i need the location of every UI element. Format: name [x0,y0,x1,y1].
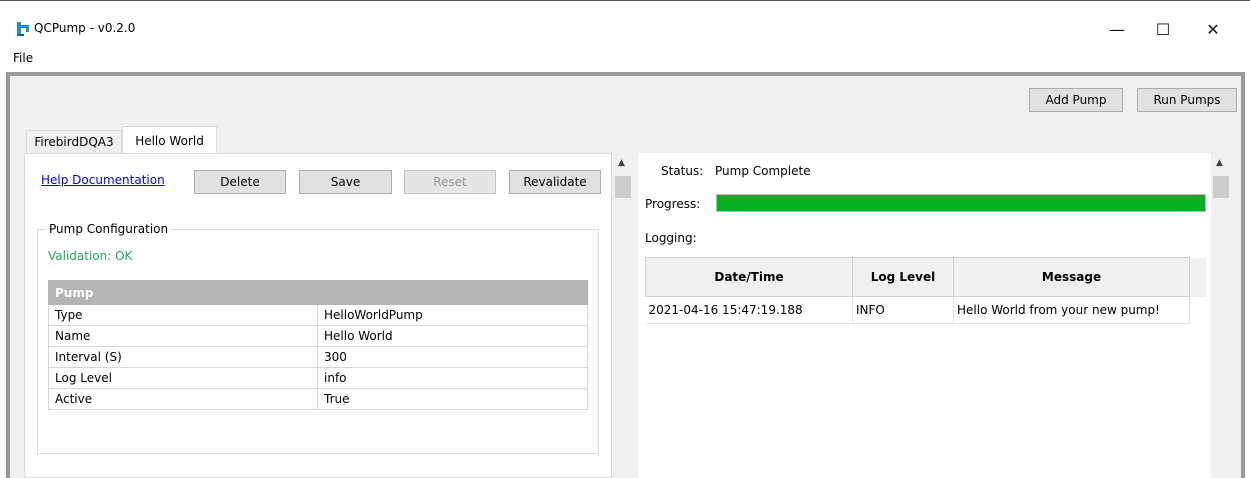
config-header-row: Pump [48,280,588,305]
menu-bar: File [0,48,1250,68]
config-row[interactable]: Log Level info [48,367,588,389]
log-datetime: 2021-04-16 15:47:19.188 [645,296,853,324]
pump-config-table: Pump Type HelloWorldPump Name Hello Worl… [48,280,588,410]
log-level: INFO [852,296,954,324]
config-row[interactable]: Type HelloWorldPump [48,304,588,326]
group-title: Pump Configuration [46,222,172,236]
title-bar [0,10,1250,46]
maximize-button[interactable]: ☐ [1140,14,1186,44]
app-pump-icon [15,21,31,37]
validation-status: Validation: OK [48,249,133,263]
config-key: Active [48,388,318,410]
minimize-button[interactable]: — [1094,14,1140,44]
col-message-header[interactable]: Message [953,257,1190,297]
config-value[interactable]: 300 [317,346,588,368]
log-row[interactable]: 2021-04-16 15:47:19.188 INFO Hello World… [645,296,1207,324]
menu-file[interactable]: File [13,51,33,65]
col-loglevel-header[interactable]: Log Level [852,257,954,297]
config-key: Type [48,304,318,326]
add-pump-button[interactable]: Add Pump [1029,88,1123,112]
save-button[interactable]: Save [299,170,392,194]
config-key: Log Level [48,367,318,389]
status-label: Status: [661,164,704,178]
revalidate-button[interactable]: Revalidate [509,170,601,194]
right-pane-scrollbar[interactable] [1211,153,1231,478]
left-scroll-up-icon[interactable]: ▲ [618,158,625,168]
config-key: Name [48,325,318,347]
log-message: Hello World from your new pump! [953,296,1190,324]
progress-label: Progress: [645,197,701,211]
config-header: Pump [48,280,588,305]
logging-label: Logging: [645,231,697,245]
config-row[interactable]: Name Hello World [48,325,588,347]
delete-button[interactable]: Delete [194,170,286,194]
row-spacer [1190,297,1207,324]
config-value[interactable]: info [317,367,588,389]
progress-bar [716,194,1206,212]
window-title: QCPump - v0.2.0 [34,21,136,35]
config-key: Interval (S) [48,346,318,368]
log-header-row: Date/Time Log Level Message [645,257,1206,297]
reset-button[interactable]: Reset [404,170,496,194]
header-spacer [1189,257,1206,297]
progress-bar-fill [717,195,1205,211]
left-pane-scrollbar[interactable] [613,153,633,478]
config-row[interactable]: Active True [48,388,588,410]
right-scroll-up-icon[interactable]: ▲ [1216,158,1223,168]
tab-hello-world[interactable]: Hello World [122,126,217,154]
config-value[interactable]: Hello World [317,325,588,347]
config-value[interactable]: True [317,388,588,410]
window-top-border [0,0,1250,1]
left-scroll-thumb[interactable] [615,176,631,198]
status-value: Pump Complete [715,164,811,178]
tab-firebirddqa3[interactable]: FirebirdDQA3 [26,130,122,153]
config-row[interactable]: Interval (S) 300 [48,346,588,368]
log-table: Date/Time Log Level Message 2021-04-16 1… [645,257,1206,324]
close-button[interactable]: ✕ [1190,14,1236,44]
col-datetime-header[interactable]: Date/Time [645,257,853,297]
right-scroll-thumb[interactable] [1213,176,1229,198]
help-documentation-link[interactable]: Help Documentation [41,173,165,187]
run-pumps-button[interactable]: Run Pumps [1137,88,1237,112]
config-value[interactable]: HelloWorldPump [317,304,588,326]
